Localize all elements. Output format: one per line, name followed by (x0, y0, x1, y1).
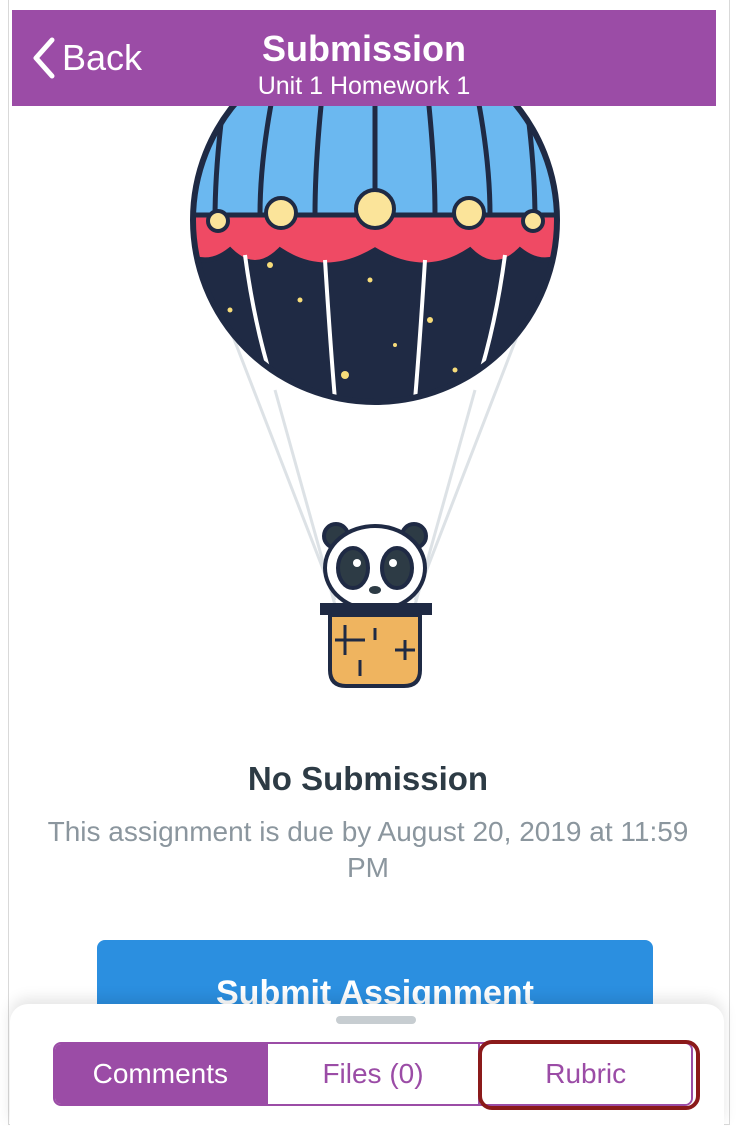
tab-files-label: Files (0) (322, 1058, 424, 1089)
tab-rubric[interactable]: Rubric (478, 1044, 691, 1104)
tab-files[interactable]: Files (0) (265, 1044, 479, 1104)
due-date-text: This assignment is due by August 20, 201… (47, 816, 689, 883)
panda-balloon-illustration (190, 35, 560, 688)
bottom-drawer: Comments Files (0) Rubric (10, 1004, 724, 1126)
tab-comments-label: Comments (92, 1058, 229, 1089)
page-subtitle: Unit 1 Homework 1 (257, 72, 471, 100)
drawer-tab-control: Comments Files (0) Rubric (53, 1042, 693, 1106)
tab-rubric-label: Rubric (545, 1058, 627, 1089)
page-title: Submission (261, 28, 467, 69)
drawer-handle[interactable] (336, 1016, 416, 1024)
tab-comments[interactable]: Comments (55, 1044, 266, 1104)
empty-state-title: No Submission (247, 760, 489, 797)
navigation-bar: Back Submission Unit 1 Homework 1 (12, 10, 716, 106)
